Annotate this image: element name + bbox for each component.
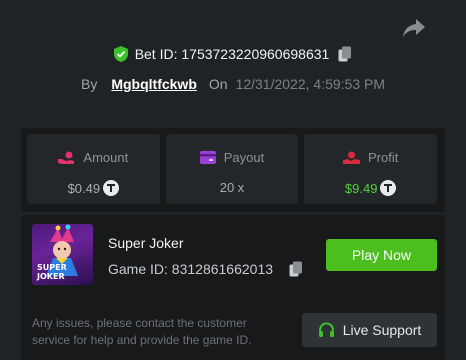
verified-shield-icon xyxy=(113,46,128,62)
wallet-icon xyxy=(199,151,216,164)
bet-date: 12/31/2022, 4:59:53 PM xyxy=(235,76,386,92)
tether-icon xyxy=(380,180,397,196)
copy-icon[interactable] xyxy=(338,46,352,62)
stats-panel: Amount $0.49 Payout 20 x Profit $9.49 xyxy=(21,128,445,212)
author-row: By Mgbqltfckwb On 12/31/2022, 4:59:53 PM xyxy=(0,76,466,92)
help-text: Any issues, please contact the customer … xyxy=(32,316,252,347)
stat-amount-label: Amount xyxy=(83,150,129,165)
stat-payout: Payout 20 x xyxy=(165,134,299,204)
live-support-button[interactable]: Live Support xyxy=(302,313,437,347)
bet-header: Bet ID: 1753723220960698631 By Mgbqltfck… xyxy=(0,46,466,92)
game-panel: SUPER JOKER Super Joker Game ID: 8312861… xyxy=(21,215,445,360)
stat-payout-value: 20 x xyxy=(219,180,245,195)
thumbnail-title: SUPER JOKER xyxy=(37,263,67,281)
on-label: On xyxy=(208,76,228,92)
stat-amount: Amount $0.49 xyxy=(27,134,160,204)
live-support-label: Live Support xyxy=(342,322,422,338)
game-id-row: Game ID: 8312861662013 xyxy=(108,261,303,277)
stat-payout-label: Payout xyxy=(223,150,265,165)
headset-icon xyxy=(318,321,334,337)
stat-profit-label: Profit xyxy=(368,150,399,165)
play-now-button[interactable]: Play Now xyxy=(326,239,437,271)
game-id: Game ID: 8312861662013 xyxy=(108,261,274,277)
game-title: Super Joker xyxy=(108,235,184,251)
game-thumbnail[interactable]: SUPER JOKER xyxy=(32,224,93,285)
profit-hand-icon xyxy=(343,151,360,164)
copy-icon[interactable] xyxy=(289,261,303,277)
stat-profit-value: $9.49 xyxy=(344,180,378,196)
stat-profit: Profit $9.49 xyxy=(304,134,438,204)
share-icon[interactable] xyxy=(402,18,426,38)
by-label: By xyxy=(80,76,98,92)
coins-hand-icon xyxy=(58,151,75,164)
stat-amount-value: $0.49 xyxy=(67,180,101,196)
bet-id: Bet ID: 1753723220960698631 xyxy=(134,46,330,62)
tether-icon xyxy=(103,180,120,196)
username-link[interactable]: Mgbqltfckwb xyxy=(111,76,197,92)
bet-id-row: Bet ID: 1753723220960698631 xyxy=(0,46,466,62)
